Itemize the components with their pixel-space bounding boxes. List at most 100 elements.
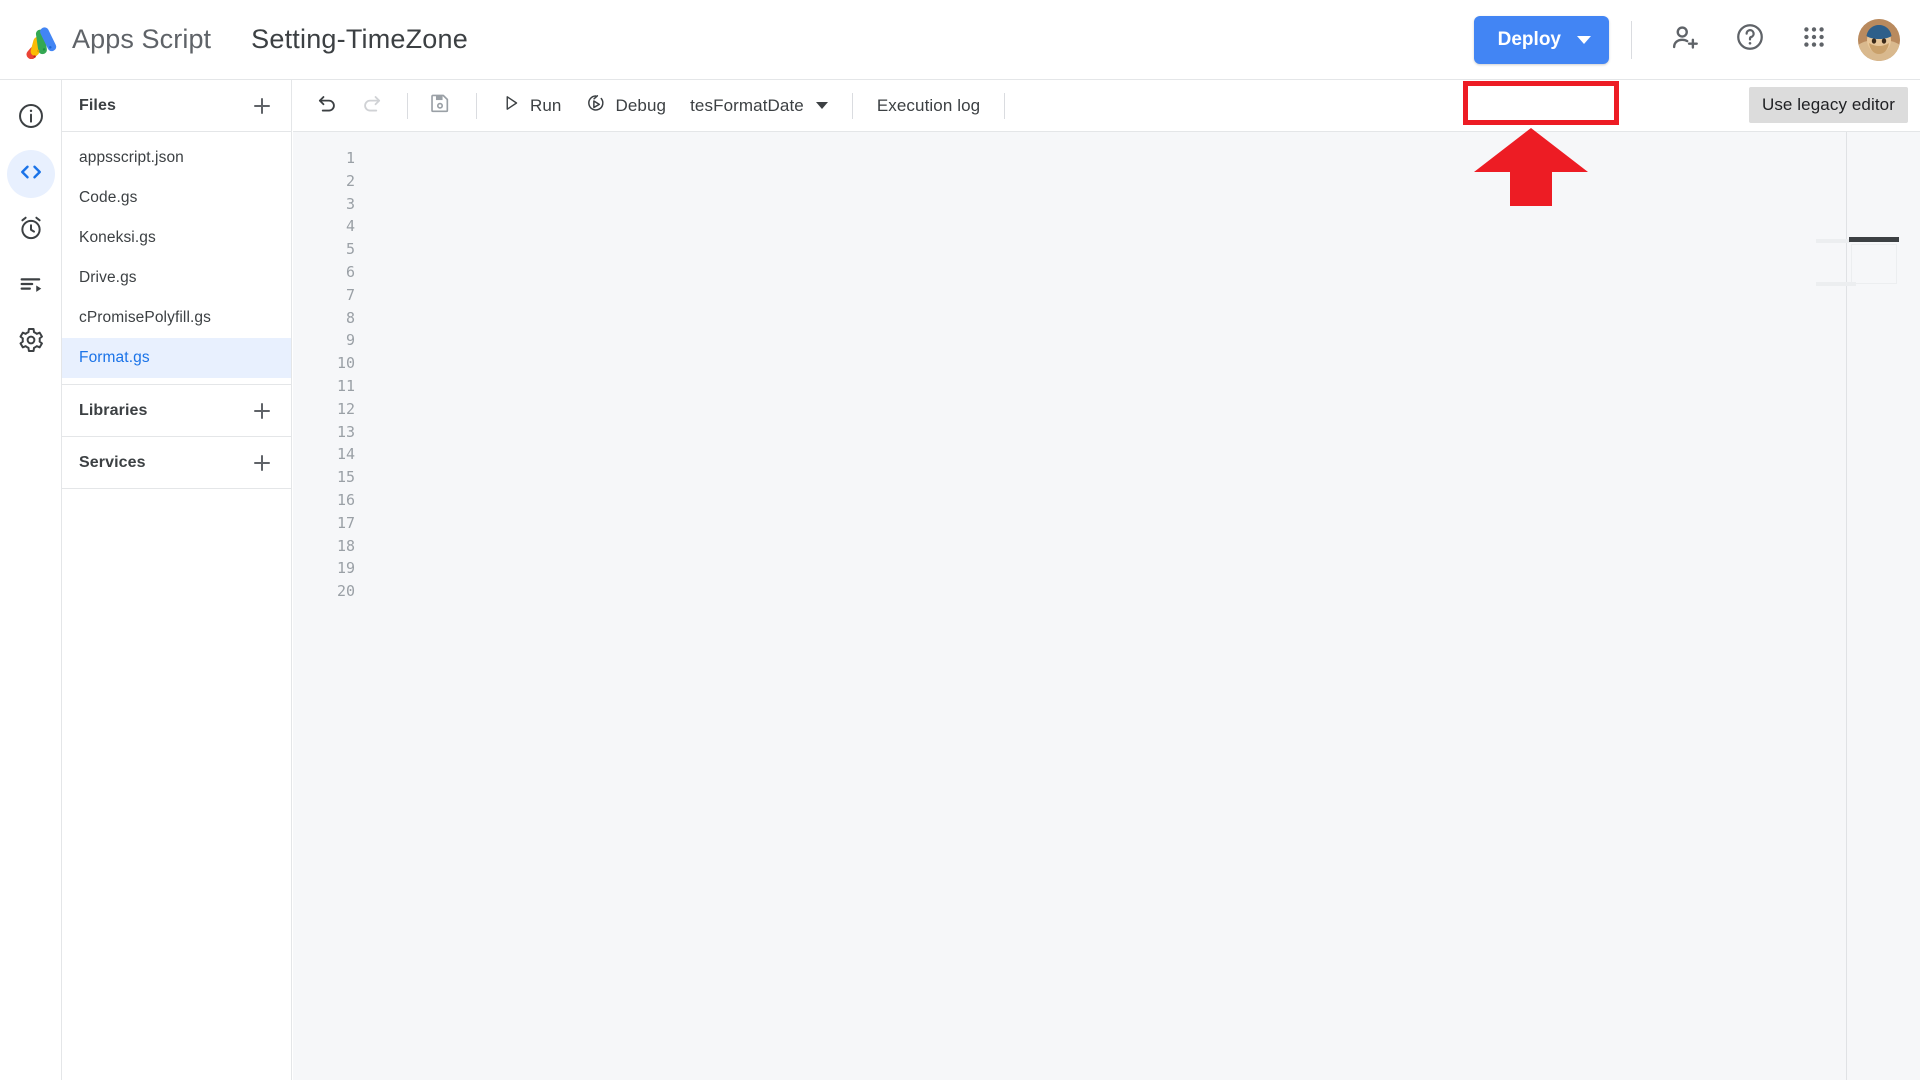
line-number: 10 bbox=[336, 354, 355, 373]
app-bar-actions: Deploy bbox=[1473, 14, 1900, 66]
file-item-drive-gs[interactable]: Drive.gs bbox=[62, 258, 291, 298]
line-number: 9 bbox=[345, 331, 355, 350]
add-file-button[interactable] bbox=[245, 89, 279, 123]
editor-ruler bbox=[1846, 132, 1847, 1080]
file-item-koneksi-gs[interactable]: Koneksi.gs bbox=[62, 218, 291, 258]
libraries-section-header[interactable]: Libraries bbox=[62, 385, 291, 437]
file-item-code-gs[interactable]: Code.gs bbox=[62, 178, 291, 218]
redo-button[interactable] bbox=[351, 86, 391, 126]
services-section-header[interactable]: Services bbox=[62, 437, 291, 489]
apps-grid-icon bbox=[1801, 24, 1827, 55]
libraries-header-label: Libraries bbox=[79, 401, 148, 419]
run-button-label: Run bbox=[530, 95, 562, 115]
sidebar-item-overview[interactable] bbox=[7, 94, 55, 142]
run-button[interactable]: Run bbox=[489, 87, 574, 125]
help-button[interactable] bbox=[1724, 14, 1776, 66]
files-panel: Files appsscript.json Code.gs Koneksi.gs… bbox=[62, 80, 292, 1080]
line-number: 7 bbox=[345, 285, 355, 304]
brand[interactable]: Apps Script bbox=[22, 21, 211, 59]
divider bbox=[851, 92, 853, 119]
sidebar-item-executions[interactable] bbox=[7, 262, 55, 310]
code-text-surface[interactable] bbox=[371, 147, 1920, 1080]
line-number: 4 bbox=[345, 217, 355, 236]
file-name: cPromisePolyfill.gs bbox=[79, 309, 211, 326]
file-item-cpromisepolyfill-gs[interactable]: cPromisePolyfill.gs bbox=[62, 298, 291, 338]
file-item-appsscript-json[interactable]: appsscript.json bbox=[62, 138, 291, 178]
line-number: 8 bbox=[345, 308, 355, 327]
code-icon bbox=[17, 158, 45, 191]
execution-log-button[interactable]: Execution log bbox=[865, 87, 992, 125]
save-icon bbox=[429, 92, 451, 119]
minimap-line bbox=[1816, 282, 1856, 286]
chevron-down-icon bbox=[1577, 35, 1591, 44]
line-number: 19 bbox=[336, 559, 355, 578]
deploy-button-label: Deploy bbox=[1497, 28, 1561, 50]
execution-log-label: Execution log bbox=[876, 95, 981, 115]
debug-icon bbox=[586, 93, 607, 119]
line-number-gutter: 1 2 3 4 5 6 7 8 9 10 11 12 13 14 15 16 1… bbox=[293, 147, 363, 603]
file-name: Code.gs bbox=[79, 189, 138, 206]
editor-toolbar: Run Debug tesFormatDate Execution log Us… bbox=[293, 80, 1920, 132]
file-name: appsscript.json bbox=[79, 149, 184, 166]
line-number: 13 bbox=[336, 422, 355, 441]
line-number: 16 bbox=[336, 490, 355, 509]
apps-script-logo-icon bbox=[22, 21, 60, 59]
file-list: appsscript.json Code.gs Koneksi.gs Drive… bbox=[62, 132, 291, 384]
line-number: 1 bbox=[345, 149, 355, 167]
line-number: 18 bbox=[336, 536, 355, 555]
add-service-button[interactable] bbox=[245, 446, 279, 480]
sidebar-item-triggers[interactable] bbox=[7, 206, 55, 254]
project-title[interactable]: Setting-TimeZone bbox=[251, 24, 468, 55]
function-selector-value: tesFormatDate bbox=[690, 95, 804, 115]
line-number: 11 bbox=[336, 376, 355, 395]
info-icon bbox=[17, 102, 45, 135]
alarm-clock-icon bbox=[17, 214, 45, 247]
gear-icon bbox=[17, 326, 45, 359]
debug-button[interactable]: Debug bbox=[574, 87, 679, 125]
redo-icon bbox=[360, 92, 383, 120]
add-library-button[interactable] bbox=[245, 394, 279, 428]
left-nav-rail bbox=[0, 80, 62, 1080]
play-triangle-icon bbox=[501, 93, 521, 118]
save-button[interactable] bbox=[420, 86, 460, 126]
function-selector[interactable]: tesFormatDate bbox=[678, 87, 840, 125]
files-section-header[interactable]: Files bbox=[62, 80, 291, 132]
help-circle-icon bbox=[1735, 22, 1765, 57]
line-number: 5 bbox=[345, 240, 355, 259]
line-number: 12 bbox=[336, 399, 355, 418]
line-number: 17 bbox=[336, 513, 355, 532]
line-number: 2 bbox=[345, 171, 355, 190]
deploy-button[interactable]: Deploy bbox=[1473, 15, 1609, 64]
line-number: 15 bbox=[336, 468, 355, 487]
line-number: 14 bbox=[336, 445, 355, 464]
file-name: Format.gs bbox=[79, 349, 150, 366]
executions-icon bbox=[17, 270, 45, 303]
divider bbox=[476, 92, 477, 119]
file-item-format-gs[interactable]: Format.gs bbox=[62, 338, 291, 378]
line-number: 3 bbox=[345, 194, 355, 213]
divider bbox=[407, 92, 408, 119]
files-header-label: Files bbox=[79, 96, 116, 114]
line-number: 20 bbox=[336, 582, 355, 601]
person-add-icon bbox=[1671, 22, 1701, 57]
top-app-bar: Apps Script Setting-TimeZone Deploy bbox=[0, 0, 1920, 80]
sidebar-item-project-settings[interactable] bbox=[7, 318, 55, 366]
code-editor[interactable]: 1 2 3 4 5 6 7 8 9 10 11 12 13 14 15 16 1… bbox=[293, 132, 1920, 1080]
use-legacy-editor-button[interactable]: Use legacy editor bbox=[1748, 87, 1908, 123]
undo-button[interactable] bbox=[307, 86, 347, 126]
minimap-marker[interactable] bbox=[1849, 237, 1899, 242]
minimap-viewport[interactable] bbox=[1851, 244, 1897, 284]
avatar[interactable] bbox=[1858, 18, 1900, 61]
google-apps-button[interactable] bbox=[1788, 14, 1840, 66]
file-name: Koneksi.gs bbox=[79, 229, 156, 246]
divider bbox=[1004, 92, 1006, 119]
undo-icon bbox=[316, 92, 339, 120]
minimap-line bbox=[1816, 239, 1850, 243]
chevron-down-icon bbox=[815, 102, 828, 109]
divider bbox=[1631, 20, 1632, 59]
file-name: Drive.gs bbox=[79, 269, 137, 286]
brand-name: Apps Script bbox=[72, 24, 212, 54]
debug-button-label: Debug bbox=[615, 95, 667, 115]
add-person-button[interactable] bbox=[1660, 14, 1712, 66]
sidebar-item-editor[interactable] bbox=[6, 150, 55, 198]
